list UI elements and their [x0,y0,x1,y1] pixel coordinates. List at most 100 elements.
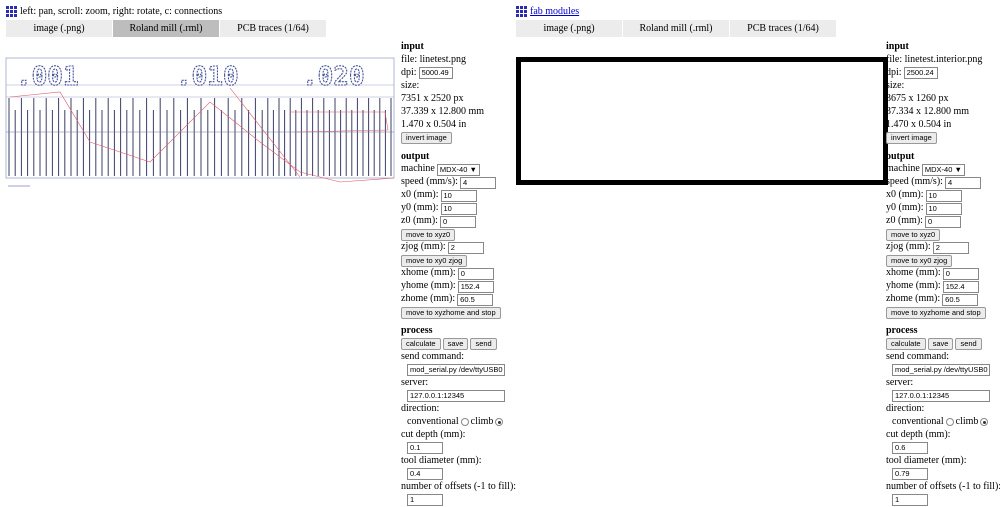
yhome-input[interactable]: 152.4 [942,280,979,293]
save-button[interactable]: save [927,338,954,350]
move-xy0-zjog-button[interactable]: move to xy0 zjog [401,254,468,267]
move-xy0-zjog-button[interactable]: move to xy0 zjog [886,254,953,267]
instructions-text: left: pan, scroll: zoom, right: rotate, … [20,6,223,17]
z0-input[interactable]: 0 [439,215,476,228]
size-mm: 37.334 x 12.800 mm [886,105,970,117]
file-name: file: linetest.interior.png [886,53,983,65]
offsets-input[interactable]: 1 [407,494,443,506]
zjog-label: zjog (mm): [886,241,931,253]
climb-label: climb [470,415,494,427]
size-label: size: [401,79,420,91]
invert-image-button[interactable]: invert image [886,132,937,144]
tool-diameter-input[interactable]: 0.4 [407,468,443,480]
climb-label: climb [955,415,979,427]
xhome-label: xhome (mm): [401,267,456,279]
y0-label: y0 (mm): [886,202,924,214]
send-command-label: send command: [401,350,465,362]
send-command-input[interactable]: mod_serial.py /dev/ttyUSB0 [892,364,990,376]
conventional-label: conventional [407,415,459,427]
size-mm: 37.339 x 12.800 mm [401,105,485,117]
zjog-input[interactable]: 2 [447,241,484,254]
yhome-input[interactable]: 152.4 [457,280,494,293]
tool-diameter-label: tool diameter (mm): [886,454,967,466]
conventional-radio[interactable] [945,418,954,426]
climb-radio[interactable] [980,418,989,426]
send-button[interactable]: send [470,338,497,350]
tab-pcb-traces[interactable]: PCB traces (1/64) [220,20,327,37]
invert-image-button[interactable]: invert image [401,132,452,144]
machine-select[interactable]: MDX-40 ▼ [921,163,965,176]
x0-input[interactable]: 10 [440,189,477,202]
right-header: fab modules [516,6,579,17]
machine-select[interactable]: MDX-40 ▼ [436,163,480,176]
xhome-input[interactable]: 0 [942,267,979,280]
machine-label: machine [886,163,920,175]
send-command-input[interactable]: mod_serial.py /dev/ttyUSB0 [407,364,505,376]
zhome-input[interactable]: 60.5 [457,293,494,306]
z0-label: z0 (mm): [401,215,438,227]
speed-input[interactable]: 4 [459,176,496,189]
conventional-label: conventional [892,415,944,427]
output-heading: output [401,150,430,162]
y0-input[interactable]: 10 [440,202,477,215]
zjog-input[interactable]: 2 [932,241,969,254]
server-input[interactable]: 127.0.0.1:12345 [407,390,505,402]
fab-modules-link[interactable]: fab modules [530,6,579,17]
send-command-label: send command: [886,350,950,362]
output-heading: output [886,150,915,162]
cut-depth-input[interactable]: 0.1 [407,442,443,454]
climb-radio[interactable] [495,418,504,426]
tab-roland-mill[interactable]: Roland mill (.rml) [623,20,730,37]
interior-preview[interactable] [516,57,888,185]
tab-roland-mill[interactable]: Roland mill (.rml) [113,20,220,37]
y0-label: y0 (mm): [401,202,439,214]
cut-depth-label: cut depth (mm): [886,428,951,440]
left-pane: left: pan, scroll: zoom, right: rotate, … [0,0,516,506]
input-heading: input [886,41,909,52]
move-xyz0-button[interactable]: move to xyz0 [886,228,941,241]
calculate-button[interactable]: calculate [401,338,441,350]
move-xyz0-button[interactable]: move to xyz0 [401,228,456,241]
server-input[interactable]: 127.0.0.1:12345 [892,390,990,402]
tab-image-png[interactable]: image (.png) [516,20,623,37]
label-020: .020 [302,62,365,92]
cut-depth-input[interactable]: 0.6 [892,442,928,454]
xhome-label: xhome (mm): [886,267,941,279]
cut-depth-label: cut depth (mm): [401,428,466,440]
move-home-button[interactable]: move to xyzhome and stop [401,306,501,319]
dpi-input[interactable]: 2500.24 [903,67,938,79]
process-heading: process [401,325,433,336]
direction-label: direction: [886,402,925,414]
zhome-input[interactable]: 60.5 [942,293,979,306]
offsets-input[interactable]: 1 [892,494,928,506]
toolpath-preview[interactable]: .001 .010 .020 [0,52,398,192]
speed-input[interactable]: 4 [944,176,981,189]
dpi-input[interactable]: 5000.49 [418,67,453,79]
right-control-panel: input file: linetest.interior.png dpi: 25… [886,38,1000,507]
tab-image-png[interactable]: image (.png) [6,20,113,37]
x0-input[interactable]: 10 [925,189,962,202]
right-pane: fab modules image (.png) Roland mill (.r… [510,0,1000,506]
calculate-button[interactable]: calculate [886,338,926,350]
yhome-label: yhome (mm): [401,280,456,292]
conventional-radio[interactable] [460,418,469,426]
grid-icon [6,6,17,17]
y0-input[interactable]: 10 [925,202,962,215]
tab-pcb-traces[interactable]: PCB traces (1/64) [730,20,837,37]
x0-label: x0 (mm): [401,189,439,201]
file-name: file: linetest.png [401,53,466,65]
label-010: .010 [176,62,239,92]
xhome-input[interactable]: 0 [457,267,494,280]
send-button[interactable]: send [955,338,982,350]
left-header: left: pan, scroll: zoom, right: rotate, … [6,6,222,17]
save-button[interactable]: save [442,338,469,350]
tool-diameter-input[interactable]: 0.79 [892,468,928,480]
process-heading: process [886,325,918,336]
move-home-button[interactable]: move to xyzhome and stop [886,306,986,319]
z0-input[interactable]: 0 [924,215,961,228]
speed-label: speed (mm/s): [401,176,458,188]
direction-label: direction: [401,402,440,414]
zhome-label: zhome (mm): [401,293,456,305]
zhome-label: zhome (mm): [886,293,941,305]
yhome-label: yhome (mm): [886,280,941,292]
